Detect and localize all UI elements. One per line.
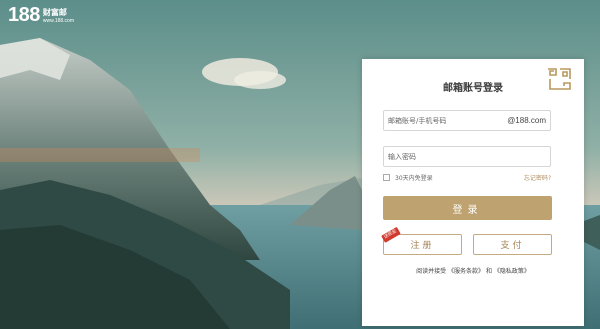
options-row: 30天内免登录 忘记密码? bbox=[383, 173, 551, 182]
password-input[interactable] bbox=[388, 152, 546, 161]
terms-line: 阅读并接受 《服务条款》 和 《隐私政策》 bbox=[362, 266, 584, 275]
account-input[interactable] bbox=[388, 116, 508, 125]
refresh-icon[interactable] bbox=[566, 179, 580, 193]
brand-site: www.188.com bbox=[42, 18, 74, 24]
register-button[interactable]: 送现金 注册 bbox=[381, 227, 462, 255]
pay-button-label: 支付 bbox=[500, 241, 525, 251]
terms-prefix: 阅读并接受 bbox=[416, 268, 447, 275]
terms-and: 和 bbox=[485, 268, 492, 275]
terms-privacy-link[interactable]: 《隐私政策》 bbox=[494, 268, 530, 275]
brand-number: 188 bbox=[8, 4, 40, 26]
remember-option[interactable]: 30天内免登录 bbox=[383, 173, 433, 182]
password-field bbox=[383, 146, 551, 167]
domain-suffix: @188.com bbox=[507, 116, 546, 125]
register-button-label: 注册 bbox=[410, 241, 435, 251]
brand-name: 财富邮 bbox=[42, 8, 67, 17]
login-button[interactable]: 登录 bbox=[383, 196, 552, 220]
account-field: @188.com bbox=[383, 110, 551, 131]
terms-service-link[interactable]: 《服务条款》 bbox=[448, 268, 484, 275]
pay-button[interactable]: 支付 bbox=[473, 234, 552, 255]
refresh-icon-glyph bbox=[569, 182, 577, 190]
login-panel: 邮箱账号登录 @188.com 30天内免登录 忘记密码? 登录 送现金 注册 … bbox=[362, 59, 584, 326]
register-cash-badge: 送现金 bbox=[381, 227, 401, 243]
forgot-password-link[interactable]: 忘记密码? bbox=[524, 173, 551, 182]
brand-logo[interactable]: 188 财富邮 www.188.com bbox=[8, 5, 74, 25]
remember-label: 30天内免登录 bbox=[395, 175, 433, 182]
login-title: 邮箱账号登录 bbox=[443, 83, 503, 94]
remember-checkbox[interactable] bbox=[383, 174, 390, 181]
